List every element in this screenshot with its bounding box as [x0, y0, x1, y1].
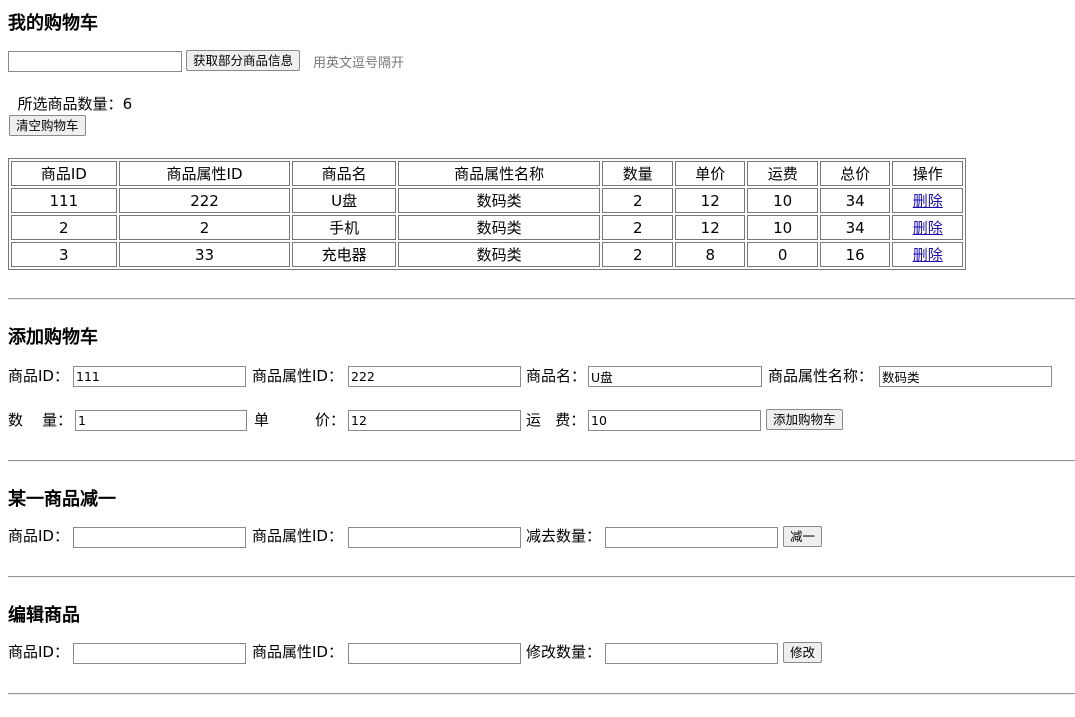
- column-header: 操作: [892, 161, 963, 186]
- table-header-row: 商品ID 商品属性ID 商品名 商品属性名称 数量 单价 运费 总价 操作: [11, 161, 963, 186]
- column-header: 商品属性名称: [397, 161, 601, 186]
- edit-button[interactable]: 修改: [783, 642, 823, 663]
- cell-qty: 2: [602, 188, 673, 213]
- divider: [8, 693, 1075, 695]
- add-name-label: 商品名：: [526, 367, 587, 385]
- cell-action: 删除: [892, 242, 963, 267]
- column-header: 运费: [747, 161, 818, 186]
- selected-count-row: 所选商品数量：6: [8, 74, 133, 114]
- product-ids-input[interactable]: [8, 51, 182, 72]
- cell-total: 34: [819, 215, 891, 240]
- column-header: 数量: [602, 161, 673, 186]
- edit-qty-input[interactable]: [605, 643, 778, 664]
- divider: [8, 576, 1075, 578]
- cell-freight: 0: [747, 242, 818, 267]
- cell-attr-id: 33: [118, 242, 291, 267]
- column-header: 商品ID: [11, 161, 117, 186]
- add-to-cart-button[interactable]: 添加购物车: [766, 409, 843, 430]
- clear-cart-button[interactable]: 清空购物车: [9, 115, 86, 136]
- reduce-attr-id-label: 商品属性ID：: [252, 527, 343, 545]
- add-qty-label: 数 量：: [8, 411, 73, 429]
- cell-name: U盘: [292, 188, 396, 213]
- selected-count-label: 所选商品数量：: [17, 95, 123, 113]
- column-header: 单价: [674, 161, 746, 186]
- cell-id: 111: [11, 188, 117, 213]
- add-qty-input[interactable]: [75, 410, 247, 431]
- add-id-input[interactable]: [73, 366, 246, 387]
- cart-table: 商品ID 商品属性ID 商品名 商品属性名称 数量 单价 运费 总价 操作 11…: [8, 158, 966, 270]
- add-id-label: 商品ID：: [8, 367, 69, 385]
- cell-attr-name: 数码类: [397, 215, 601, 240]
- column-header: 总价: [819, 161, 891, 186]
- fetch-hint: 用英文逗号隔开: [313, 56, 405, 71]
- cell-name: 手机: [292, 215, 396, 240]
- reduce-section-title: 某一商品减一: [8, 489, 116, 510]
- add-attr-id-label: 商品属性ID：: [252, 367, 343, 385]
- cell-attr-id: 222: [118, 188, 291, 213]
- column-header: 商品属性ID: [118, 161, 291, 186]
- cell-price: 12: [674, 215, 746, 240]
- cell-price: 8: [674, 242, 746, 267]
- cell-freight: 10: [747, 188, 818, 213]
- cell-name: 充电器: [292, 242, 396, 267]
- table-row: 3 33 充电器 数码类 2 8 0 16 删除: [11, 242, 963, 267]
- add-section-title: 添加购物车: [8, 327, 98, 348]
- add-price-label-part2: 价：: [315, 411, 346, 429]
- edit-id-input[interactable]: [73, 643, 246, 664]
- column-header: 商品名: [292, 161, 396, 186]
- edit-attr-id-label: 商品属性ID：: [252, 643, 343, 661]
- cell-total: 34: [819, 188, 891, 213]
- reduce-id-label: 商品ID：: [8, 527, 69, 545]
- reduce-qty-input[interactable]: [605, 527, 778, 548]
- cell-qty: 2: [602, 215, 673, 240]
- add-attr-id-input[interactable]: [348, 366, 521, 387]
- add-price-label-part1: 单: [254, 411, 270, 429]
- cell-total: 16: [819, 242, 891, 267]
- cell-attr-id: 2: [118, 215, 291, 240]
- reduce-qty-label: 减去数量：: [526, 527, 602, 545]
- edit-qty-label: 修改数量：: [526, 643, 602, 661]
- cell-freight: 10: [747, 215, 818, 240]
- delete-link[interactable]: 删除: [913, 219, 943, 237]
- cell-id: 3: [11, 242, 117, 267]
- reduce-attr-id-input[interactable]: [348, 527, 521, 548]
- cell-price: 12: [674, 188, 746, 213]
- reduce-button[interactable]: 减一: [783, 526, 823, 547]
- reduce-id-input[interactable]: [73, 527, 246, 548]
- divider: [8, 460, 1075, 462]
- add-freight-input[interactable]: [588, 410, 761, 431]
- edit-id-label: 商品ID：: [8, 643, 69, 661]
- divider: [8, 298, 1075, 300]
- add-freight-label: 运 费：: [526, 411, 586, 429]
- delete-link[interactable]: 删除: [913, 192, 943, 210]
- cell-attr-name: 数码类: [397, 188, 601, 213]
- table-row: 2 2 手机 数码类 2 12 10 34 删除: [11, 215, 963, 240]
- table-row: 111 222 U盘 数码类 2 12 10 34 删除: [11, 188, 963, 213]
- add-attr-name-label: 商品属性名称：: [768, 367, 874, 385]
- add-price-input[interactable]: [348, 410, 521, 431]
- cell-attr-name: 数码类: [397, 242, 601, 267]
- add-name-input[interactable]: [588, 366, 762, 387]
- edit-section-title: 编辑商品: [8, 605, 80, 626]
- cell-qty: 2: [602, 242, 673, 267]
- edit-attr-id-input[interactable]: [348, 643, 521, 664]
- delete-link[interactable]: 删除: [913, 246, 943, 264]
- selected-count-value: 6: [122, 95, 133, 113]
- cell-id: 2: [11, 215, 117, 240]
- cell-action: 删除: [892, 188, 963, 213]
- add-attr-name-input[interactable]: [879, 366, 1052, 387]
- cart-title: 我的购物车: [8, 13, 98, 34]
- cell-action: 删除: [892, 215, 963, 240]
- fetch-products-button[interactable]: 获取部分商品信息: [186, 50, 301, 71]
